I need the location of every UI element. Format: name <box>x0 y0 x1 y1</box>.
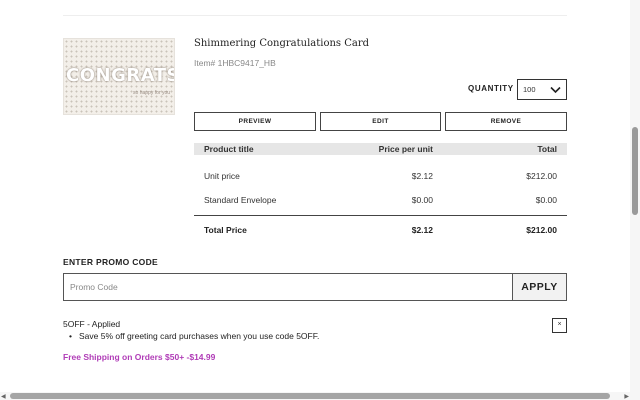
quantity-label: QUANTITY <box>468 84 514 93</box>
chevron-down-icon <box>550 86 561 94</box>
row-price: $0.00 <box>411 195 433 205</box>
scroll-left-icon[interactable]: ◀ <box>1 393 6 400</box>
total-divider <box>194 215 567 216</box>
product-title[interactable]: Shimmering Congratulations Card <box>194 38 369 49</box>
edit-button[interactable]: EDIT <box>320 112 441 131</box>
product-image-text: CONGRATS <box>66 65 175 86</box>
promo-code-input[interactable] <box>64 274 513 300</box>
table-row: Unit price $2.12 $212.00 <box>194 165 567 189</box>
header-price-per-unit: Price per unit <box>378 144 433 154</box>
total-row: Total Price $2.12 $212.00 <box>194 220 567 244</box>
remove-button[interactable]: REMOVE <box>445 112 567 131</box>
promo-form: APPLY <box>63 273 567 301</box>
total-unit-price: $2.12 <box>411 225 433 235</box>
preview-button[interactable]: PREVIEW <box>194 112 316 131</box>
section-divider <box>63 15 567 16</box>
total-label: Total Price <box>204 225 247 235</box>
price-table-header: Product title Price per unit Total <box>194 143 567 155</box>
applied-promo-title: 5OFF - Applied <box>63 319 121 329</box>
total-price: $212.00 <box>526 225 557 235</box>
promo-heading: ENTER PROMO CODE <box>63 257 159 267</box>
row-price: $2.12 <box>411 171 433 181</box>
price-table: Product title Price per unit Total Unit … <box>194 143 567 244</box>
row-total: $0.00 <box>535 195 557 205</box>
horizontal-scroll-thumb[interactable] <box>10 393 610 399</box>
product-image[interactable]: CONGRATS so happy for you <box>63 38 175 115</box>
header-total: Total <box>537 144 557 154</box>
quantity-value: 100 <box>523 85 536 94</box>
table-row: Standard Envelope $0.00 $0.00 <box>194 189 567 213</box>
item-number: Item# 1HBC9417_HB <box>194 58 276 68</box>
applied-promo-description: Save 5% off greeting card purchases when… <box>69 331 319 341</box>
horizontal-scrollbar[interactable]: ◀ ▶ <box>0 392 640 400</box>
row-total: $212.00 <box>526 171 557 181</box>
row-label: Standard Envelope <box>204 195 277 205</box>
quantity-select[interactable]: 100 <box>517 79 567 100</box>
product-image-tagline: so happy for you <box>133 90 170 96</box>
header-product-title: Product title <box>204 144 254 154</box>
shipping-discount: Free Shipping on Orders $50+ -$14.99 <box>63 352 216 362</box>
vertical-scroll-thumb[interactable] <box>632 127 638 215</box>
apply-button[interactable]: APPLY <box>512 274 566 300</box>
vertical-scrollbar[interactable] <box>630 0 640 392</box>
scroll-right-icon[interactable]: ▶ <box>624 393 629 400</box>
close-icon[interactable]: × <box>552 318 567 333</box>
row-label: Unit price <box>204 171 240 181</box>
